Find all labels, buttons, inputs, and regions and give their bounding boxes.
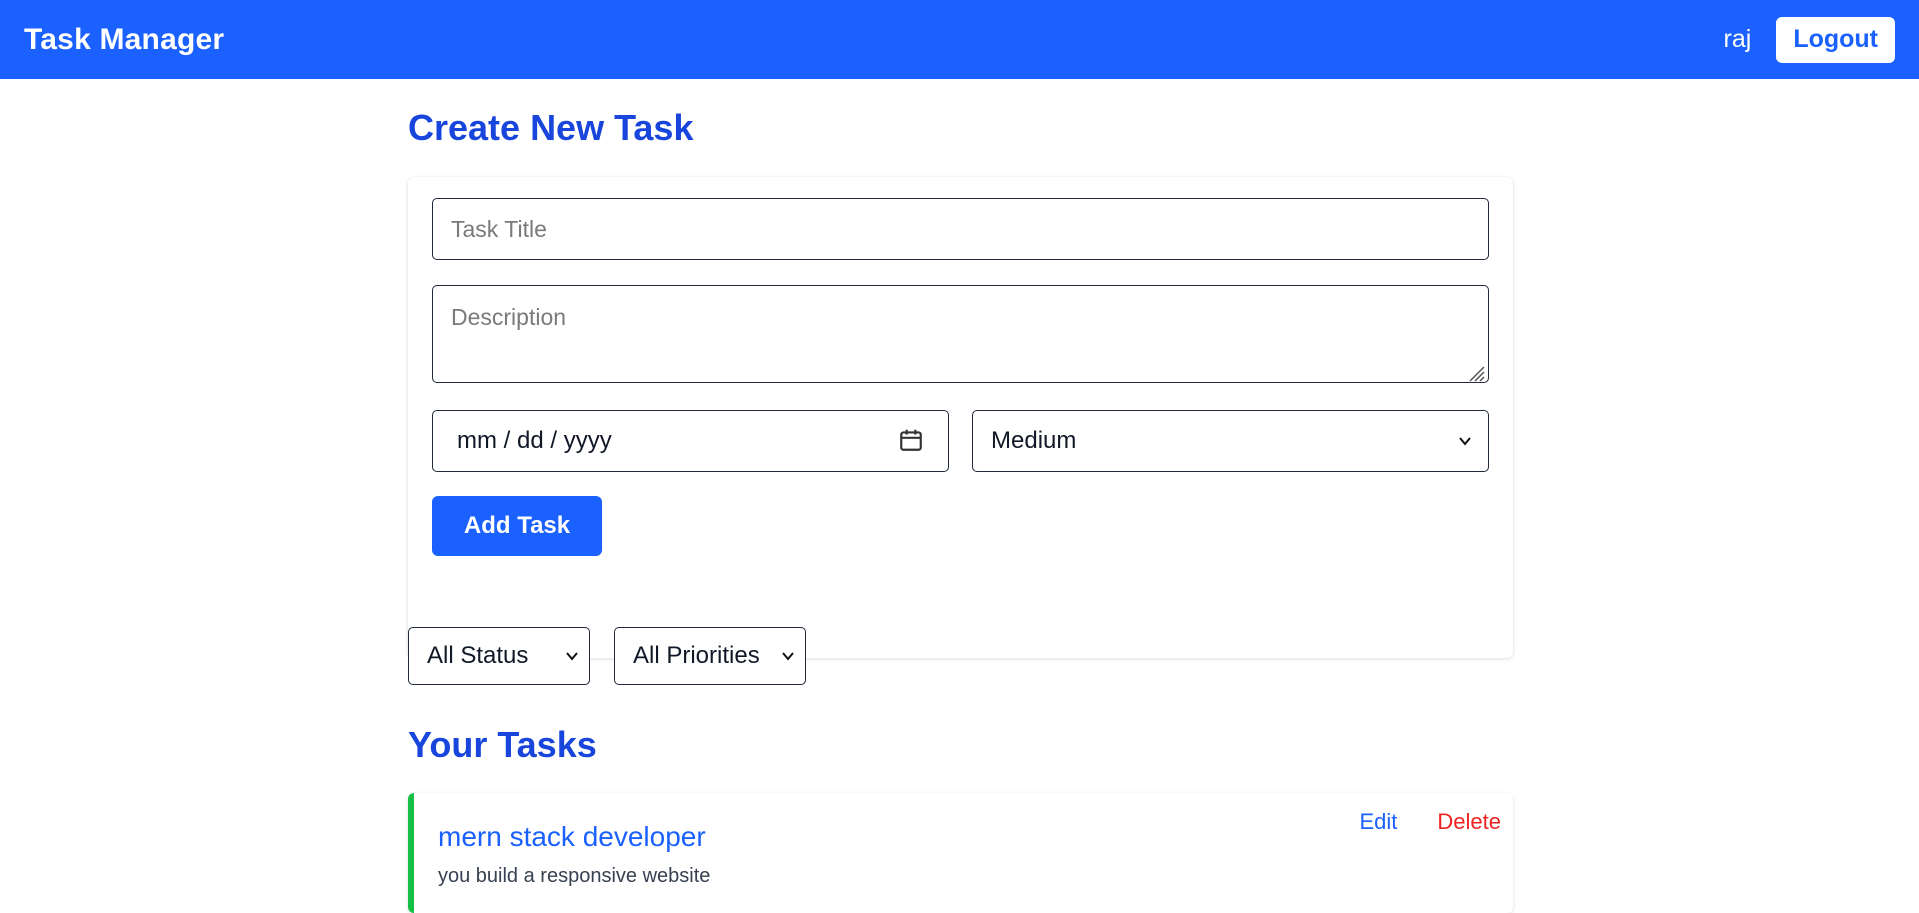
status-filter-value: All Status <box>427 642 529 669</box>
delete-task-button[interactable]: Delete <box>1437 809 1501 835</box>
create-task-heading: Create New Task <box>408 107 694 148</box>
chevron-down-icon <box>782 652 794 661</box>
resize-grip-icon[interactable] <box>1467 364 1485 382</box>
priority-filter-select[interactable]: All Priorities <box>614 627 806 685</box>
edit-task-button[interactable]: Edit <box>1359 809 1397 835</box>
task-actions: Edit Delete <box>1359 809 1501 835</box>
priority-filter-value: All Priorities <box>633 642 760 669</box>
username: raj <box>1723 25 1752 53</box>
logout-button[interactable]: Logout <box>1776 16 1895 63</box>
task-title: mern stack developer <box>438 821 706 852</box>
chevron-down-icon <box>1459 437 1471 446</box>
app-brand[interactable]: Task Manager <box>24 23 224 57</box>
create-task-form: mm / dd / yyyy Medium Add Task <box>408 177 1513 658</box>
calendar-icon[interactable] <box>898 427 924 453</box>
your-tasks-heading: Your Tasks <box>408 724 597 765</box>
task-description: you build a responsive website <box>438 865 711 887</box>
due-date-placeholder: mm / dd / yyyy <box>457 427 612 454</box>
task-description-input[interactable] <box>432 285 1489 383</box>
navbar-user-area: raj Logout <box>1723 16 1895 63</box>
priority-select[interactable]: Medium <box>972 410 1489 472</box>
top-navbar: Task Manager raj Logout <box>0 0 1919 79</box>
task-card: mern stack developer you build a respons… <box>408 793 1513 913</box>
add-task-button[interactable]: Add Task <box>432 496 602 556</box>
due-date-input[interactable]: mm / dd / yyyy <box>432 410 949 472</box>
status-filter-select[interactable]: All Status <box>408 627 590 685</box>
priority-selected-value: Medium <box>991 427 1077 454</box>
chevron-down-icon <box>566 652 578 661</box>
task-title-input[interactable] <box>432 198 1489 260</box>
task-filters: All Status All Priorities <box>408 627 806 685</box>
